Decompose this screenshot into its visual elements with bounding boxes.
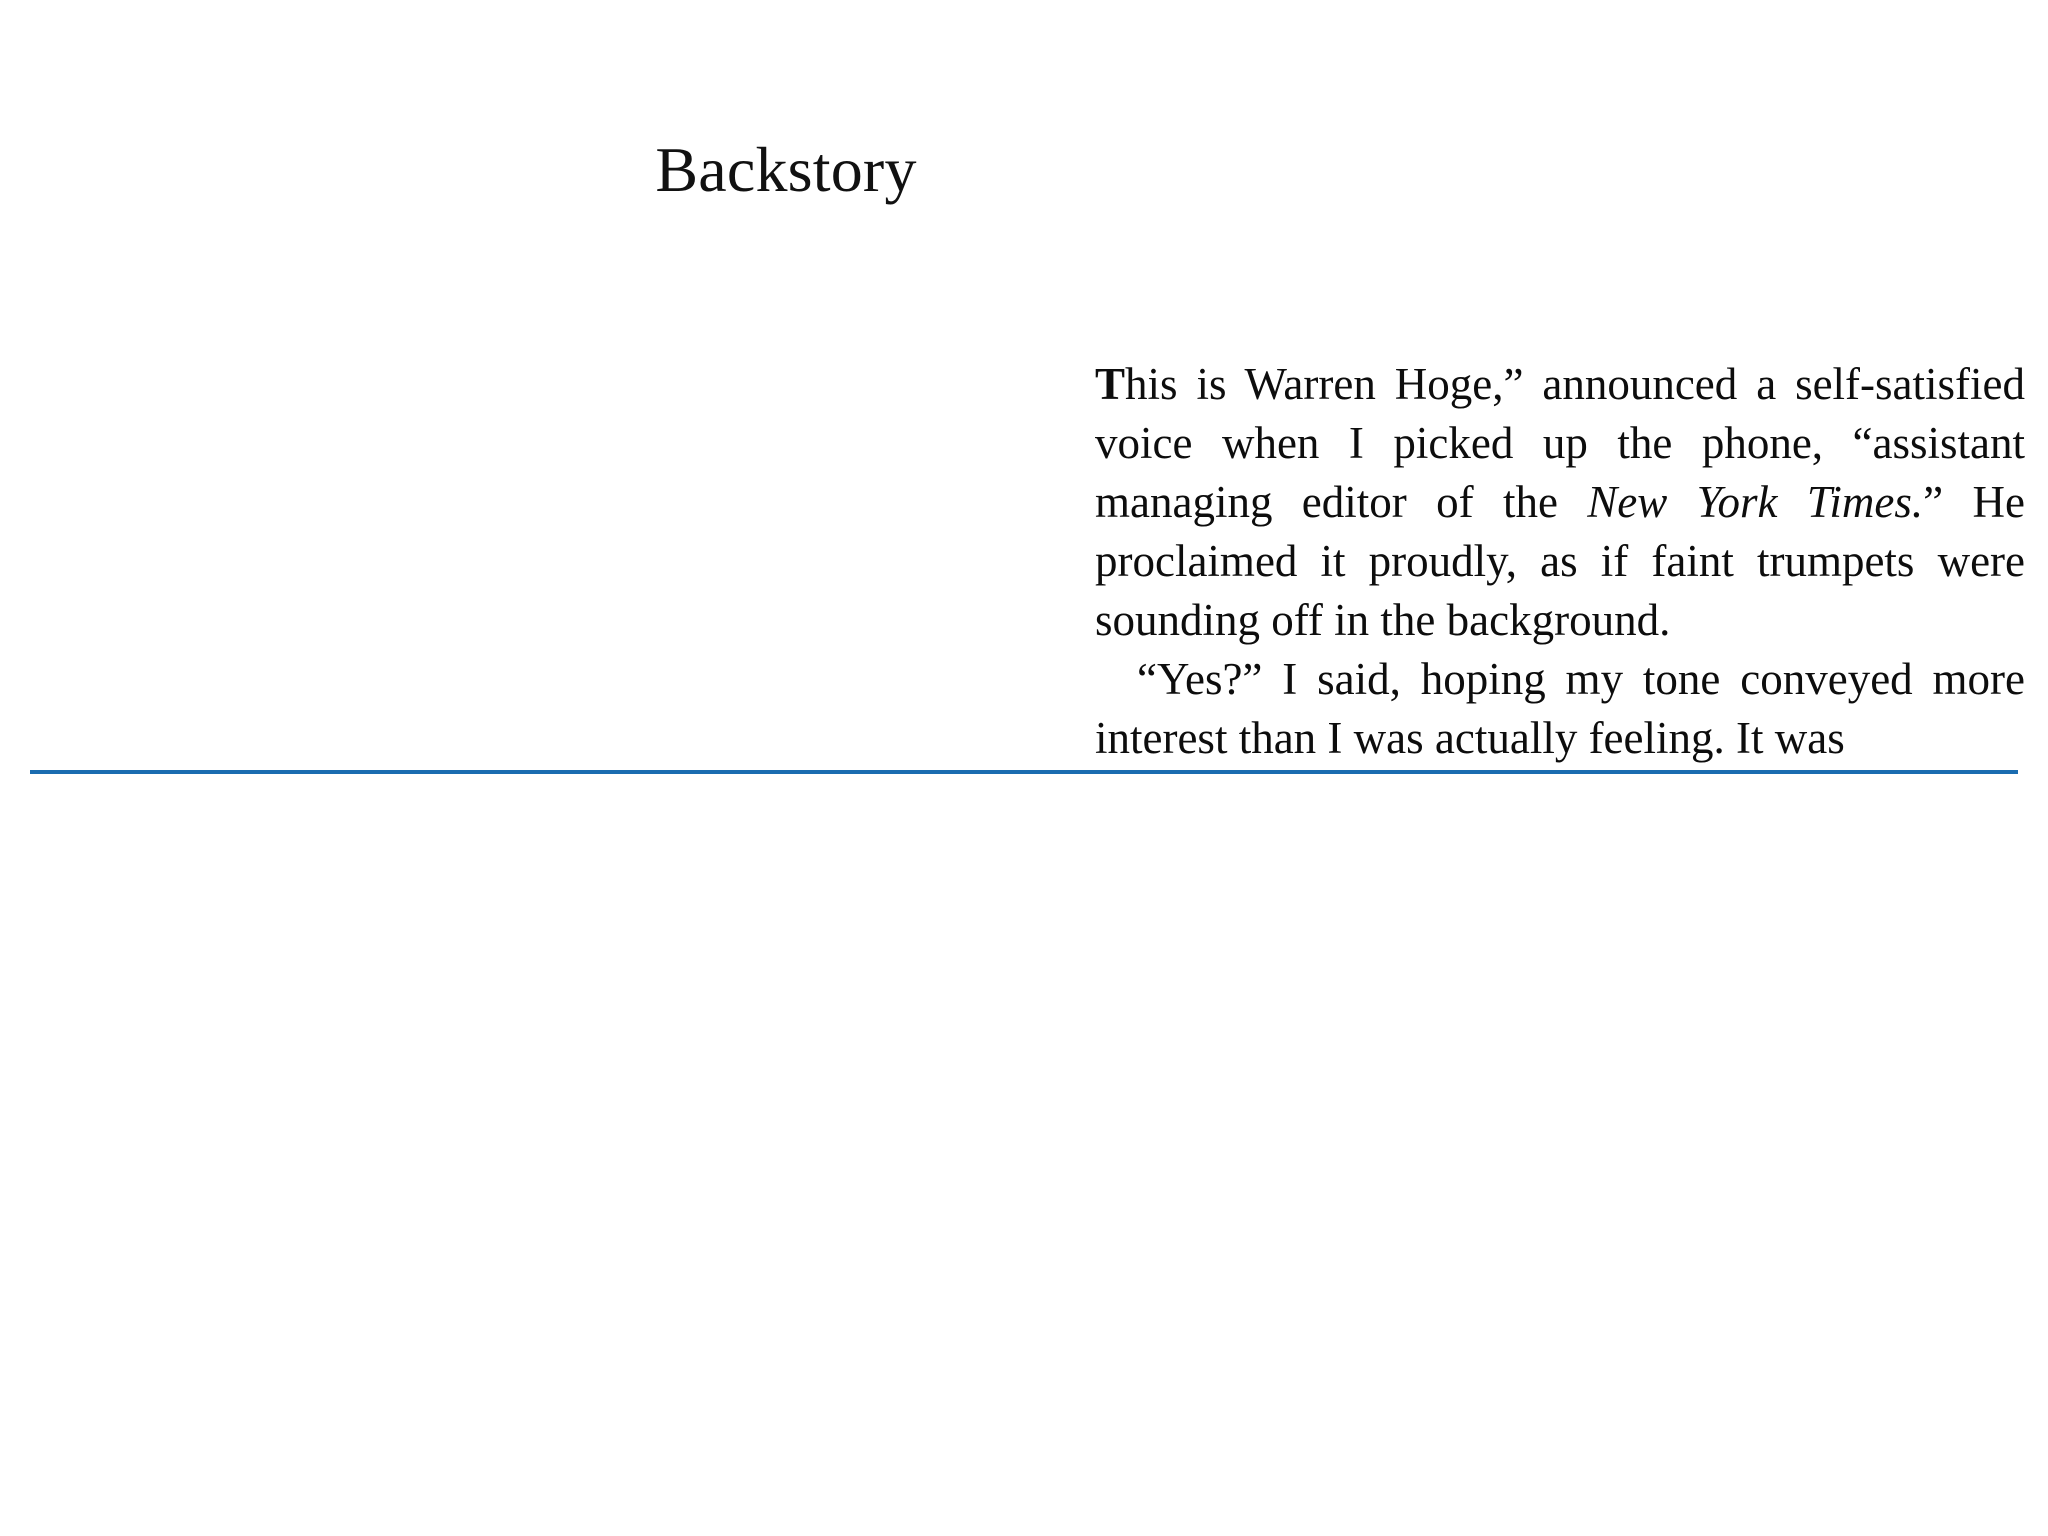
book-paragraph: “Yes?” I said, hoping my tone conveyed m… <box>1095 650 2025 768</box>
italic-title-text: New York Times. <box>1587 477 1924 527</box>
book-body-text: This is Warren Hoge,” announced a self-s… <box>1095 355 2025 768</box>
book-paragraph: This is Warren Hoge,” announced a self-s… <box>1095 355 2025 650</box>
paragraph-initial-letter: T <box>1095 359 1126 409</box>
paragraph-text-run: “Yes?” I said, hoping my tone conveyed m… <box>1095 654 2025 763</box>
definition-panel: Definition English Dictionary perenniall… <box>0 774 2048 1536</box>
reader-pane: Backstory This is Warren Hoge,” announce… <box>0 0 2048 772</box>
page-title: Backstory <box>655 134 917 205</box>
